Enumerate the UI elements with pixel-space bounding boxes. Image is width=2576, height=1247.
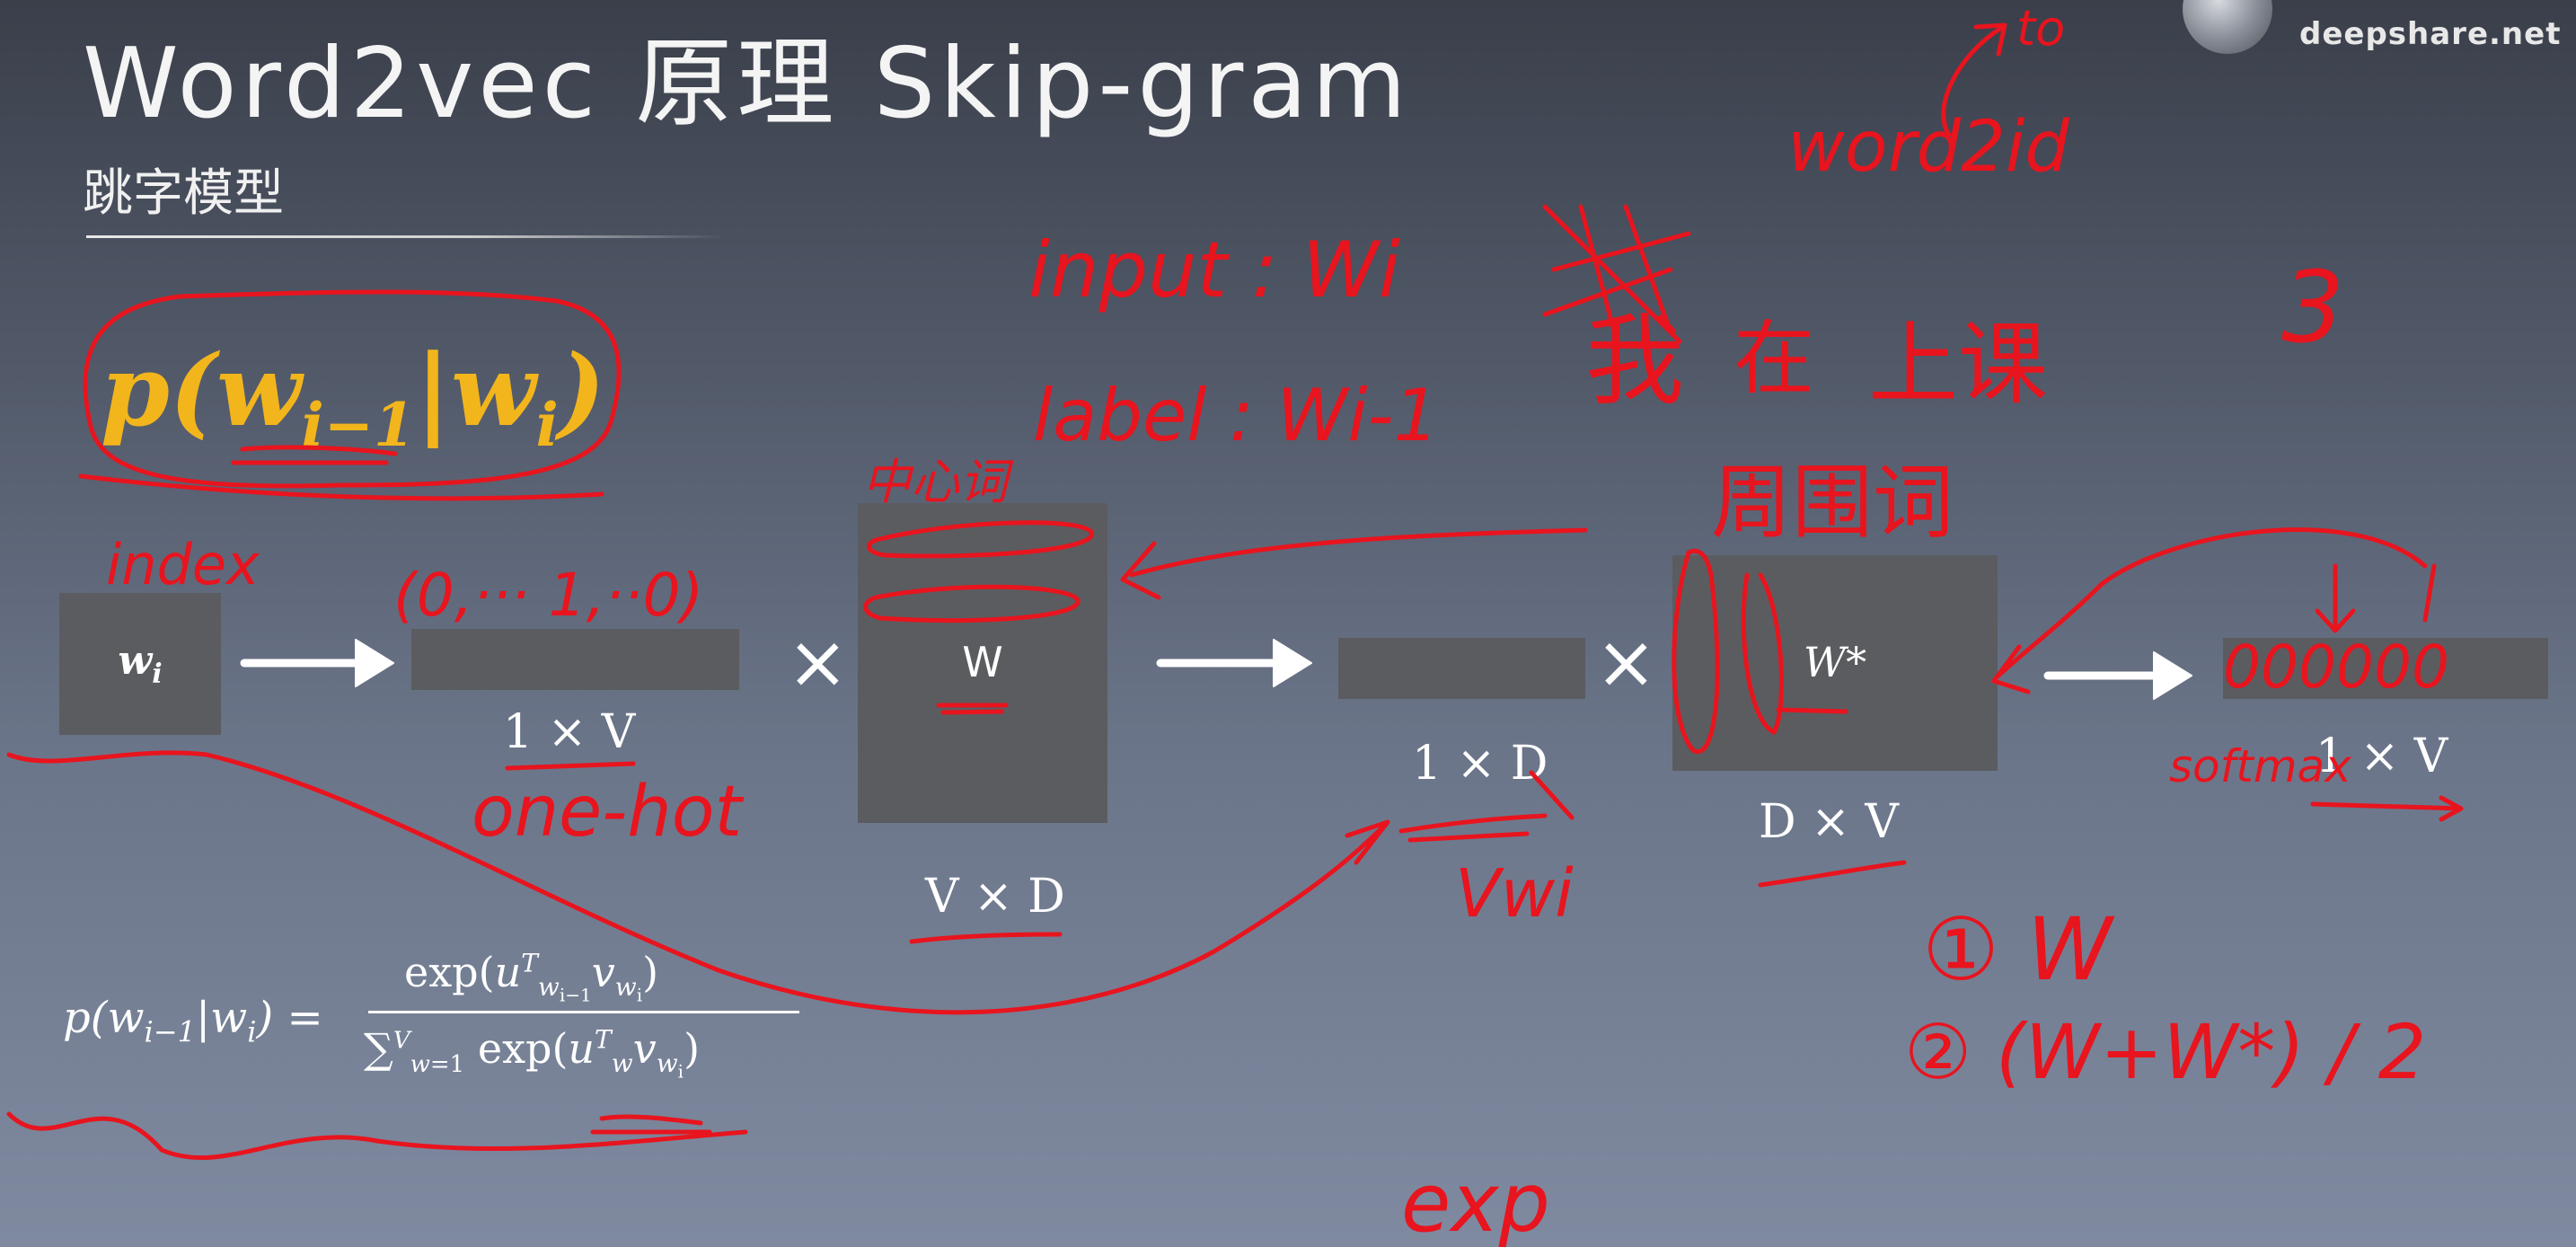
flow-arrow-3-head	[2153, 651, 2192, 700]
ink-digit-3: 3	[2281, 250, 2344, 365]
ink-sentence-3: 上课	[1868, 312, 2048, 417]
ink-option-1: ① W	[1922, 899, 2115, 1000]
ink-input-text: input : Wi	[1028, 226, 1400, 315]
ink-output-arrow-right	[2422, 563, 2437, 623]
ink-softmax-text: softmax	[2169, 740, 2351, 792]
ink-onehot-underline	[505, 761, 636, 771]
slide: Word2vec 原理 Skip-gram 跳字模型 deepshare.net…	[0, 0, 2576, 1247]
ink-one-hot-text: one-hot	[472, 772, 744, 853]
ink-exp-text: exp	[1401, 1156, 1550, 1247]
ink-context-oval-1	[1672, 548, 1720, 755]
flow-arrow-1-head	[355, 639, 394, 687]
ink-center-word-text: 中心词	[862, 454, 1014, 510]
ink-context-oval-2	[1741, 572, 1784, 735]
ink-context-word-text: 周围词	[1711, 455, 1954, 550]
ink-vd-underline	[909, 932, 1063, 944]
ink-sentence-2: 在	[1734, 312, 1814, 406]
ink-hidden-check	[1529, 770, 1575, 820]
ink-loop-main-prob	[83, 289, 622, 489]
ink-sentence-1: 我	[1585, 304, 1684, 419]
ink-arrow-to-w	[1129, 527, 1588, 578]
ink-to-text: to	[2016, 0, 2065, 57]
ink-onehot-vector-text: (0,··· 1,··0)	[393, 561, 703, 630]
ink-output-zeros-text: 000000	[2223, 632, 2449, 702]
handwritten-annotations: input : Wi label : Wi-1 index (0,··· 1,·…	[6, 0, 2464, 1247]
ink-oval-1	[867, 520, 1094, 559]
ink-option-2: ② (W+W*) / 2	[1904, 1008, 2426, 1096]
ink-index-text: index	[106, 532, 260, 597]
ink-vwi-text: Vwi	[1455, 855, 1574, 933]
ink-dv-underline	[1758, 860, 1907, 888]
ink-output-arrow-left	[2315, 563, 2356, 633]
flow-arrow-2-head	[1273, 639, 1312, 687]
ink-output-underline	[2310, 795, 2464, 822]
ink-label-text: label : Wi-1	[1033, 374, 1439, 457]
ink-underline-main-prob	[231, 445, 398, 465]
ink-formula-scribble	[590, 1114, 712, 1135]
ink-w-underline	[936, 703, 1009, 715]
ink-hidden-underline	[1398, 813, 1548, 843]
ink-wstar-underline	[1776, 707, 1848, 714]
ink-wavy-underline	[6, 1111, 748, 1160]
ink-oval-2	[863, 584, 1081, 624]
ink-word2id-text: word2id	[1787, 107, 2069, 188]
